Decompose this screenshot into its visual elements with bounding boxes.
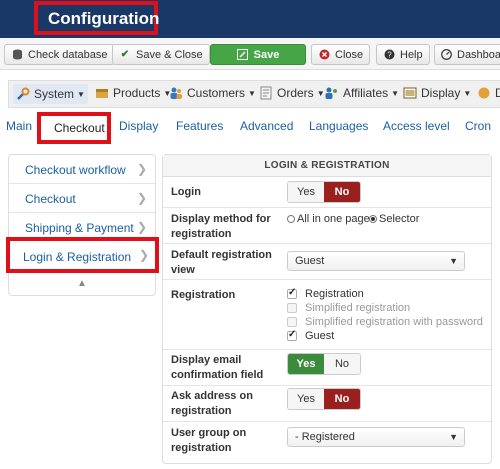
menu-system[interactable]: System ▼ — [13, 84, 88, 104]
sidebar-item-login-registration[interactable]: Login & Registration ❯ — [6, 237, 159, 273]
products-icon — [95, 86, 109, 100]
registration-row: Registration Registration Simplified reg… — [163, 280, 491, 350]
svg-text:?: ? — [387, 51, 392, 60]
customers-icon — [169, 86, 183, 100]
ask-address-yes-button[interactable]: Yes — [288, 389, 324, 409]
user-group-label: User group on registration — [171, 427, 247, 454]
menu-affiliates[interactable]: Affiliates ▼ — [325, 86, 399, 100]
sidebar-item-checkout[interactable]: Checkout ❯ — [9, 184, 155, 213]
help-button[interactable]: ? Help — [376, 44, 430, 65]
checkbox-simplified-registration-password[interactable]: Simplified registration with password — [287, 316, 483, 328]
email-confirm-no-button[interactable]: No — [324, 354, 360, 374]
tab-features[interactable]: Features — [176, 119, 223, 133]
ask-address-no-button[interactable]: No — [324, 389, 360, 409]
affiliates-icon — [325, 86, 339, 100]
check-database-button[interactable]: Check database — [4, 44, 115, 65]
edit-icon — [237, 49, 249, 61]
chevron-right-icon: ❯ — [136, 191, 147, 205]
page-title-highlight: Configuration — [34, 1, 160, 35]
component-menu-bar: System ▼ Products ▼ Customers ▼ Orders ▼ Aff… — [8, 80, 500, 108]
radio-selector[interactable]: Selector — [369, 213, 419, 225]
collapse-sidebar-icon[interactable]: ▲ — [76, 278, 88, 290]
save-button[interactable]: Save — [210, 44, 306, 65]
login-yes-button[interactable]: Yes — [288, 182, 324, 202]
email-confirm-label: Display email confirmation field — [171, 354, 264, 381]
default-view-label: Default registration view — [171, 249, 272, 276]
radio-button — [287, 215, 295, 223]
dashboard-icon — [441, 49, 452, 61]
save-close-button[interactable]: ✔ Save & Close — [112, 44, 210, 65]
ask-address-toggle: Yes No — [287, 388, 361, 410]
user-group-row: User group on registration - Registered … — [163, 422, 491, 463]
tab-access-level[interactable]: Access level — [383, 119, 450, 133]
email-confirm-row: Display email confirmation field Yes No — [163, 350, 491, 386]
wrench-icon — [16, 87, 30, 101]
tab-checkout[interactable]: Checkout — [37, 112, 111, 144]
dashboard-button[interactable]: Dashboar — [434, 44, 500, 65]
checkbox — [287, 287, 297, 299]
settings-sidebar: Checkout workflow ❯ Checkout ❯ Shipping … — [8, 154, 156, 296]
tab-cron[interactable]: Cron — [465, 119, 491, 133]
radio-all-in-one-page[interactable]: All in one page — [287, 213, 370, 225]
ask-address-label: Ask address on registration — [171, 390, 253, 417]
chevron-down-icon: ▼ — [463, 88, 472, 98]
menu-orders[interactable]: Orders ▼ — [259, 86, 325, 100]
tab-main[interactable]: Main — [6, 119, 32, 133]
page-title: Configuration — [48, 9, 160, 28]
toolbar: Check database ✔ Save & Close Save Close… — [0, 38, 500, 70]
registration-label: Registration — [171, 289, 236, 301]
checkbox — [287, 317, 297, 327]
user-group-select[interactable]: - Registered ▼ — [287, 427, 465, 447]
menu-display[interactable]: Display ▼ — [403, 86, 471, 100]
chevron-down-icon: ▼ — [449, 256, 458, 266]
checkbox-registration[interactable]: Registration — [287, 287, 364, 300]
chevron-right-icon: ❯ — [136, 220, 147, 234]
email-confirm-toggle: Yes No — [287, 353, 361, 375]
chevron-down-icon: ▼ — [77, 89, 85, 99]
login-label: Login — [171, 186, 201, 198]
checkbox — [287, 329, 297, 341]
close-icon — [318, 49, 330, 61]
chevron-right-icon: ❯ — [136, 162, 147, 176]
orders-icon — [259, 86, 273, 100]
more-menu-icon — [477, 86, 491, 100]
close-button[interactable]: Close — [311, 44, 371, 65]
display-icon — [403, 86, 417, 100]
tab-advanced[interactable]: Advanced — [240, 119, 293, 133]
help-icon: ? — [383, 49, 395, 61]
database-icon — [11, 49, 23, 61]
login-registration-panel: LOGIN & REGISTRATION Login Yes No Displa… — [162, 154, 492, 464]
checkbox — [287, 303, 297, 313]
tab-languages[interactable]: Languages — [309, 119, 368, 133]
email-confirm-yes-button[interactable]: Yes — [288, 354, 324, 374]
display-method-row: Display method for registration All in o… — [163, 208, 491, 244]
ask-address-row: Ask address on registration Yes No — [163, 386, 491, 422]
checkbox-simplified-registration[interactable]: Simplified registration — [287, 302, 410, 314]
default-view-select[interactable]: Guest ▼ — [287, 251, 465, 271]
login-toggle: Yes No — [287, 181, 361, 203]
checkbox-guest[interactable]: Guest — [287, 329, 334, 342]
default-view-row: Default registration view Guest ▼ — [163, 244, 491, 280]
login-row: Login Yes No — [163, 177, 491, 208]
chevron-right-icon: ❯ — [138, 248, 149, 262]
radio-button-selected — [369, 215, 377, 223]
panel-heading: LOGIN & REGISTRATION — [163, 155, 491, 177]
menu-products[interactable]: Products ▼ — [95, 86, 171, 100]
chevron-down-icon: ▼ — [316, 88, 325, 98]
menu-customers[interactable]: Customers ▼ — [169, 86, 256, 100]
tab-display[interactable]: Display — [119, 119, 158, 133]
login-no-button[interactable]: No — [324, 182, 360, 202]
check-icon: ✔ — [120, 49, 130, 60]
chevron-down-icon: ▼ — [391, 88, 400, 98]
display-method-label: Display method for registration — [171, 213, 271, 240]
chevron-down-icon: ▼ — [449, 432, 458, 442]
sidebar-item-checkout-workflow[interactable]: Checkout workflow ❯ — [9, 155, 155, 184]
chevron-down-icon: ▼ — [248, 88, 256, 98]
menu-more[interactable]: D — [477, 86, 500, 100]
